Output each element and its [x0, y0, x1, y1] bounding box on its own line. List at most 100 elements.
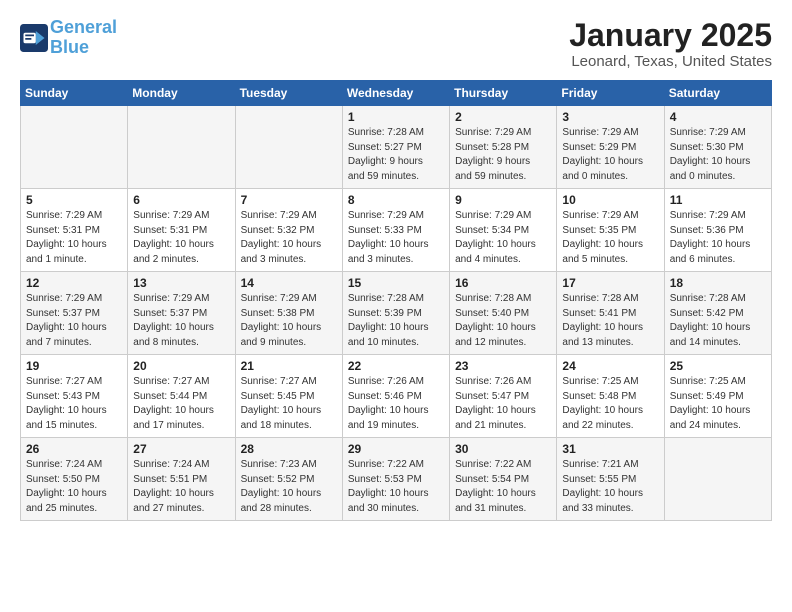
day-info: Sunrise: 7:29 AM Sunset: 5:29 PM Dayligh…	[562, 126, 658, 184]
day-number: 13	[133, 276, 229, 290]
calendar-cell: 12 Sunrise: 7:29 AM Sunset: 5:37 PM Dayli…	[21, 272, 128, 355]
day-info: Sunrise: 7:27 AM Sunset: 5:43 PM Dayligh…	[26, 375, 122, 433]
weekday-header-friday: Friday	[557, 81, 664, 106]
day-info: Sunrise: 7:27 AM Sunset: 5:44 PM Dayligh…	[133, 375, 229, 433]
weekday-header-sunday: Sunday	[21, 81, 128, 106]
day-number: 14	[241, 276, 337, 290]
day-info: Sunrise: 7:22 AM Sunset: 5:53 PM Dayligh…	[348, 458, 444, 516]
day-number: 10	[562, 193, 658, 207]
calendar-cell: 28Sunrise: 7:23 AM Sunset: 5:52 PM Dayli…	[235, 438, 342, 521]
day-info: Sunrise: 7:29 AM Sunset: 5:32 PM Dayligh…	[241, 209, 337, 267]
calendar-cell: 11 Sunrise: 7:29 AM Sunset: 5:36 PM Dayli…	[664, 189, 771, 272]
day-number: 26	[26, 442, 122, 456]
day-number: 6	[133, 193, 229, 207]
day-number: 7	[241, 193, 337, 207]
day-info: Sunrise: 7:29 AM Sunset: 5:31 PM Dayligh…	[133, 209, 229, 267]
day-info: Sunrise: 7:24 AM Sunset: 5:51 PM Dayligh…	[133, 458, 229, 516]
day-info: Sunrise: 7:26 AM Sunset: 5:47 PM Dayligh…	[455, 375, 551, 433]
day-info: Sunrise: 7:21 AM Sunset: 5:55 PM Dayligh…	[562, 458, 658, 516]
calendar-cell: 24 Sunrise: 7:25 AM Sunset: 5:48 PM Dayli…	[557, 355, 664, 438]
day-info: Sunrise: 7:29 AM Sunset: 5:36 PM Dayligh…	[670, 209, 766, 267]
day-number: 3	[562, 110, 658, 124]
day-number: 23	[455, 359, 551, 373]
logo-icon	[20, 24, 48, 52]
calendar-cell: 26Sunrise: 7:24 AM Sunset: 5:50 PM Dayli…	[21, 438, 128, 521]
calendar-cell: 14 Sunrise: 7:29 AM Sunset: 5:38 PM Dayli…	[235, 272, 342, 355]
calendar-cell: 6 Sunrise: 7:29 AM Sunset: 5:31 PM Daylig…	[128, 189, 235, 272]
weekday-header-thursday: Thursday	[450, 81, 557, 106]
day-number: 18	[670, 276, 766, 290]
day-info: Sunrise: 7:26 AM Sunset: 5:46 PM Dayligh…	[348, 375, 444, 433]
day-number: 24	[562, 359, 658, 373]
day-number: 22	[348, 359, 444, 373]
day-info: Sunrise: 7:29 AM Sunset: 5:37 PM Dayligh…	[133, 292, 229, 350]
day-number: 27	[133, 442, 229, 456]
day-number: 5	[26, 193, 122, 207]
day-number: 2	[455, 110, 551, 124]
calendar-cell: 29 Sunrise: 7:22 AM Sunset: 5:53 PM Dayli…	[342, 438, 449, 521]
calendar-cell: 3 Sunrise: 7:29 AM Sunset: 5:29 PM Daylig…	[557, 106, 664, 189]
day-number: 21	[241, 359, 337, 373]
calendar-cell: 15Sunrise: 7:28 AM Sunset: 5:39 PM Dayli…	[342, 272, 449, 355]
day-number: 8	[348, 193, 444, 207]
calendar-cell: 2 Sunrise: 7:29 AM Sunset: 5:28 PM Daylig…	[450, 106, 557, 189]
calendar-cell: 22 Sunrise: 7:26 AM Sunset: 5:46 PM Dayli…	[342, 355, 449, 438]
weekday-header-tuesday: Tuesday	[235, 81, 342, 106]
day-info: Sunrise: 7:28 AM Sunset: 5:27 PM Dayligh…	[348, 126, 444, 184]
calendar-cell: 1 Sunrise: 7:28 AM Sunset: 5:27 PM Daylig…	[342, 106, 449, 189]
calendar-cell: 4 Sunrise: 7:29 AM Sunset: 5:30 PM Daylig…	[664, 106, 771, 189]
logo-text: General Blue	[50, 18, 117, 58]
month-title: January 2025	[569, 18, 772, 53]
location: Leonard, Texas, United States	[569, 53, 772, 70]
title-block: January 2025 Leonard, Texas, United Stat…	[569, 18, 772, 70]
header: General Blue January 2025 Leonard, Texas…	[20, 18, 772, 70]
day-info: Sunrise: 7:28 AM Sunset: 5:39 PM Dayligh…	[348, 292, 444, 350]
day-number: 11	[670, 193, 766, 207]
calendar-cell: 8 Sunrise: 7:29 AM Sunset: 5:33 PM Daylig…	[342, 189, 449, 272]
calendar-cell: 23 Sunrise: 7:26 AM Sunset: 5:47 PM Dayli…	[450, 355, 557, 438]
calendar-cell: 25Sunrise: 7:25 AM Sunset: 5:49 PM Dayli…	[664, 355, 771, 438]
calendar-cell: 31 Sunrise: 7:21 AM Sunset: 5:55 PM Dayli…	[557, 438, 664, 521]
day-info: Sunrise: 7:29 AM Sunset: 5:33 PM Dayligh…	[348, 209, 444, 267]
day-info: Sunrise: 7:25 AM Sunset: 5:48 PM Dayligh…	[562, 375, 658, 433]
calendar-cell	[235, 106, 342, 189]
calendar-cell: 16 Sunrise: 7:28 AM Sunset: 5:40 PM Dayli…	[450, 272, 557, 355]
day-info: Sunrise: 7:29 AM Sunset: 5:30 PM Dayligh…	[670, 126, 766, 184]
calendar-cell: 20Sunrise: 7:27 AM Sunset: 5:44 PM Dayli…	[128, 355, 235, 438]
day-number: 4	[670, 110, 766, 124]
calendar-cell	[21, 106, 128, 189]
day-number: 16	[455, 276, 551, 290]
day-number: 29	[348, 442, 444, 456]
calendar-cell: 7 Sunrise: 7:29 AM Sunset: 5:32 PM Daylig…	[235, 189, 342, 272]
weekday-header-wednesday: Wednesday	[342, 81, 449, 106]
day-info: Sunrise: 7:25 AM Sunset: 5:49 PM Dayligh…	[670, 375, 766, 433]
day-info: Sunrise: 7:29 AM Sunset: 5:28 PM Dayligh…	[455, 126, 551, 184]
day-info: Sunrise: 7:28 AM Sunset: 5:42 PM Dayligh…	[670, 292, 766, 350]
day-number: 9	[455, 193, 551, 207]
calendar-cell: 30 Sunrise: 7:22 AM Sunset: 5:54 PM Dayli…	[450, 438, 557, 521]
day-info: Sunrise: 7:29 AM Sunset: 5:37 PM Dayligh…	[26, 292, 122, 350]
logo: General Blue	[20, 18, 117, 58]
calendar-cell: 21 Sunrise: 7:27 AM Sunset: 5:45 PM Dayli…	[235, 355, 342, 438]
day-info: Sunrise: 7:29 AM Sunset: 5:34 PM Dayligh…	[455, 209, 551, 267]
calendar-cell: 19 Sunrise: 7:27 AM Sunset: 5:43 PM Dayli…	[21, 355, 128, 438]
weekday-header-monday: Monday	[128, 81, 235, 106]
day-number: 19	[26, 359, 122, 373]
calendar-cell	[664, 438, 771, 521]
calendar-cell: 10Sunrise: 7:29 AM Sunset: 5:35 PM Dayli…	[557, 189, 664, 272]
day-info: Sunrise: 7:22 AM Sunset: 5:54 PM Dayligh…	[455, 458, 551, 516]
calendar-cell	[128, 106, 235, 189]
day-number: 30	[455, 442, 551, 456]
day-info: Sunrise: 7:29 AM Sunset: 5:38 PM Dayligh…	[241, 292, 337, 350]
day-info: Sunrise: 7:28 AM Sunset: 5:41 PM Dayligh…	[562, 292, 658, 350]
calendar-cell: 18 Sunrise: 7:28 AM Sunset: 5:42 PM Dayli…	[664, 272, 771, 355]
day-number: 17	[562, 276, 658, 290]
calendar-cell: 13 Sunrise: 7:29 AM Sunset: 5:37 PM Dayli…	[128, 272, 235, 355]
day-number: 12	[26, 276, 122, 290]
page: General Blue January 2025 Leonard, Texas…	[0, 0, 792, 612]
day-number: 1	[348, 110, 444, 124]
calendar-cell: 9 Sunrise: 7:29 AM Sunset: 5:34 PM Daylig…	[450, 189, 557, 272]
day-info: Sunrise: 7:28 AM Sunset: 5:40 PM Dayligh…	[455, 292, 551, 350]
day-number: 31	[562, 442, 658, 456]
day-info: Sunrise: 7:27 AM Sunset: 5:45 PM Dayligh…	[241, 375, 337, 433]
